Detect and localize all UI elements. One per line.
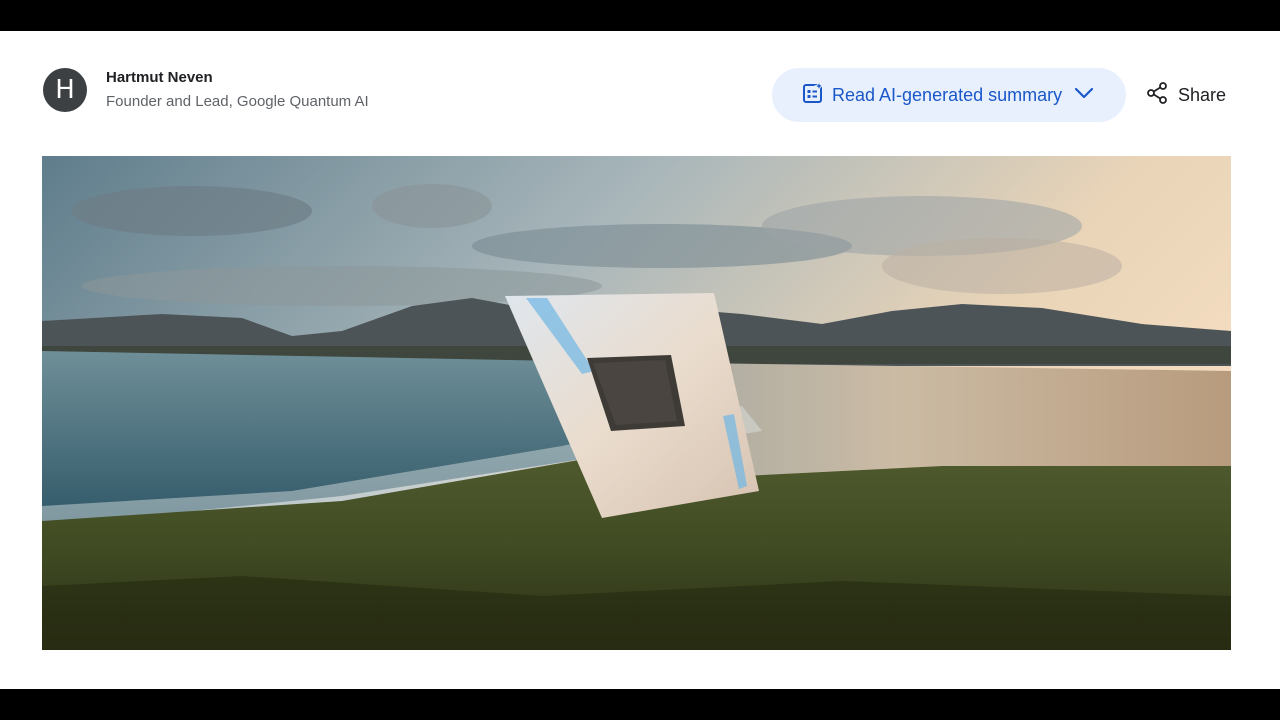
- article-header: H Hartmut Neven Founder and Lead, Google…: [0, 31, 1280, 689]
- share-icon: [1146, 81, 1168, 109]
- share-label: Share: [1178, 84, 1227, 105]
- ai-summary-button[interactable]: Read AI-generated summary: [772, 68, 1126, 122]
- ai-summary-icon: [802, 80, 825, 109]
- author-name: Hartmut Neven: [106, 69, 213, 86]
- avatar[interactable]: H: [43, 68, 87, 112]
- chevron-down-icon: [1074, 86, 1094, 105]
- author-byline: H Hartmut Neven Founder and Lead, Google…: [43, 68, 369, 112]
- hero-image: [42, 156, 1231, 650]
- author-role: Founder and Lead, Google Quantum AI: [106, 93, 369, 110]
- letterbox-top: [0, 0, 1280, 31]
- ai-summary-label: Read AI-generated summary: [832, 84, 1063, 105]
- author-info: Hartmut Neven Founder and Lead, Google Q…: [106, 68, 369, 112]
- letterbox-bottom: [0, 689, 1280, 720]
- avatar-initial: H: [55, 75, 75, 105]
- share-button[interactable]: Share: [1146, 81, 1226, 109]
